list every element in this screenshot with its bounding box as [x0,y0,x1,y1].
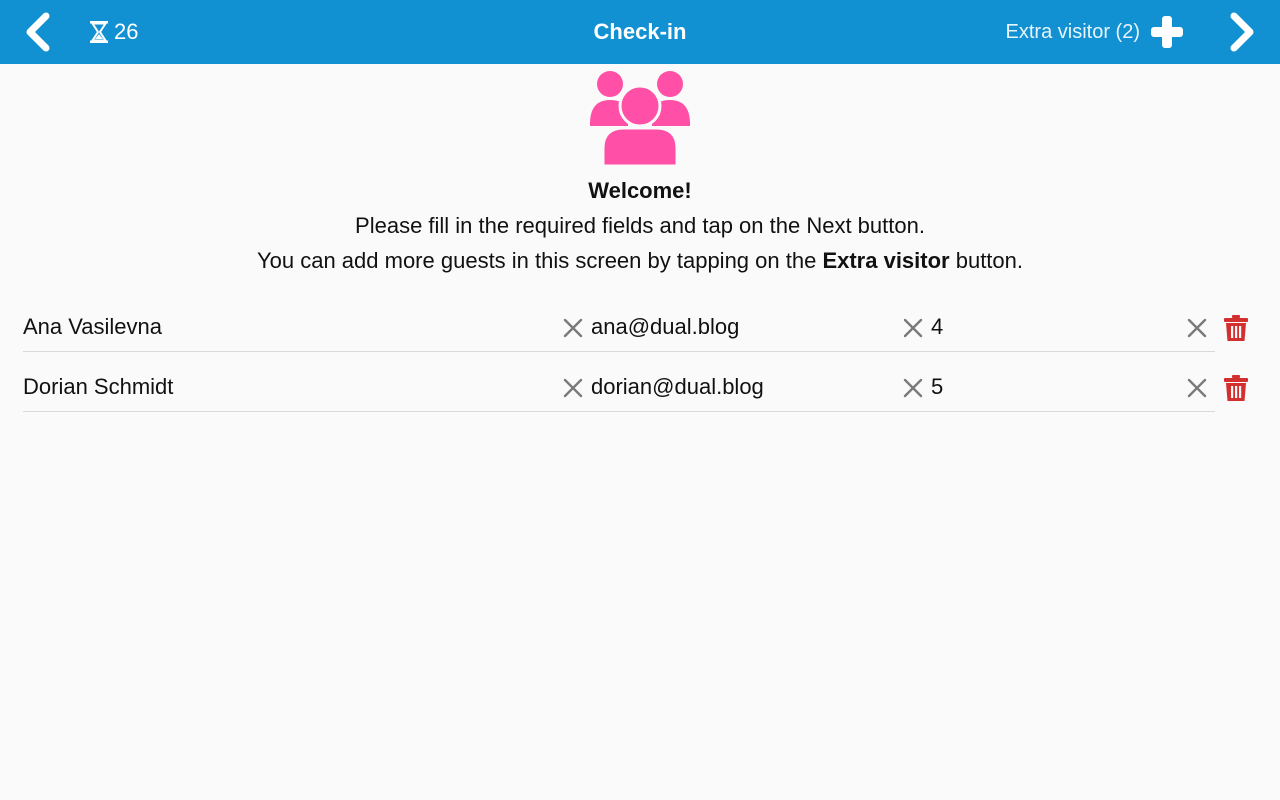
name-value: Dorian Schmidt [23,374,174,399]
instruction-line-2-bold: Extra visitor [822,248,950,273]
instruction-line-1: Please fill in the required fields and t… [355,213,925,238]
welcome-title: Welcome! [588,178,692,203]
number-field[interactable]: 5 [927,364,1215,412]
extra-visitor-button[interactable]: Extra visitor (2) [1006,12,1184,52]
extra-visitor-label: Extra visitor (2) [1005,20,1140,43]
email-field[interactable]: ana@dual.blog [587,304,927,352]
name-value: Ana Vasilevna [23,314,163,339]
session-timer: 26 [88,18,138,46]
email-value: dorian@dual.blog [591,374,764,399]
back-button[interactable] [22,12,54,52]
instruction-line-2: You can add more guests in this screen b… [0,248,1280,274]
group-icon [590,71,690,168]
next-button[interactable] [1226,12,1258,52]
close-icon[interactable] [1185,316,1209,340]
chevron-right-icon [1230,12,1254,52]
close-icon[interactable] [901,316,925,340]
email-field[interactable]: dorian@dual.blog [587,364,927,412]
name-field[interactable]: Dorian Schmidt [23,364,587,412]
visitor-row: Ana Vasilevna ana@dual.blog 4 [23,304,1255,352]
close-icon[interactable] [901,376,925,400]
trash-icon[interactable] [1223,374,1249,402]
visitor-row: Dorian Schmidt dorian@dual.blog 5 [23,364,1255,412]
instruction-line-2-prefix: You can add more guests in this screen b… [256,248,823,273]
number-value: 5 [931,374,944,399]
number-field[interactable]: 4 [927,304,1215,352]
close-icon[interactable] [1185,376,1209,400]
top-app-bar: 26 Check-in Extra visitor (2) [0,0,1280,64]
email-value: ana@dual.blog [591,314,740,339]
number-value: 4 [931,314,944,339]
plus-icon [1151,16,1183,48]
close-icon[interactable] [561,316,585,340]
trash-icon[interactable] [1223,314,1249,342]
instruction-line-2-suffix: button. [949,248,1023,273]
name-field[interactable]: Ana Vasilevna [23,304,587,352]
close-icon[interactable] [561,376,585,400]
chevron-left-icon [26,12,50,52]
timer-value: 26 [114,19,139,44]
hourglass-icon [90,21,108,43]
